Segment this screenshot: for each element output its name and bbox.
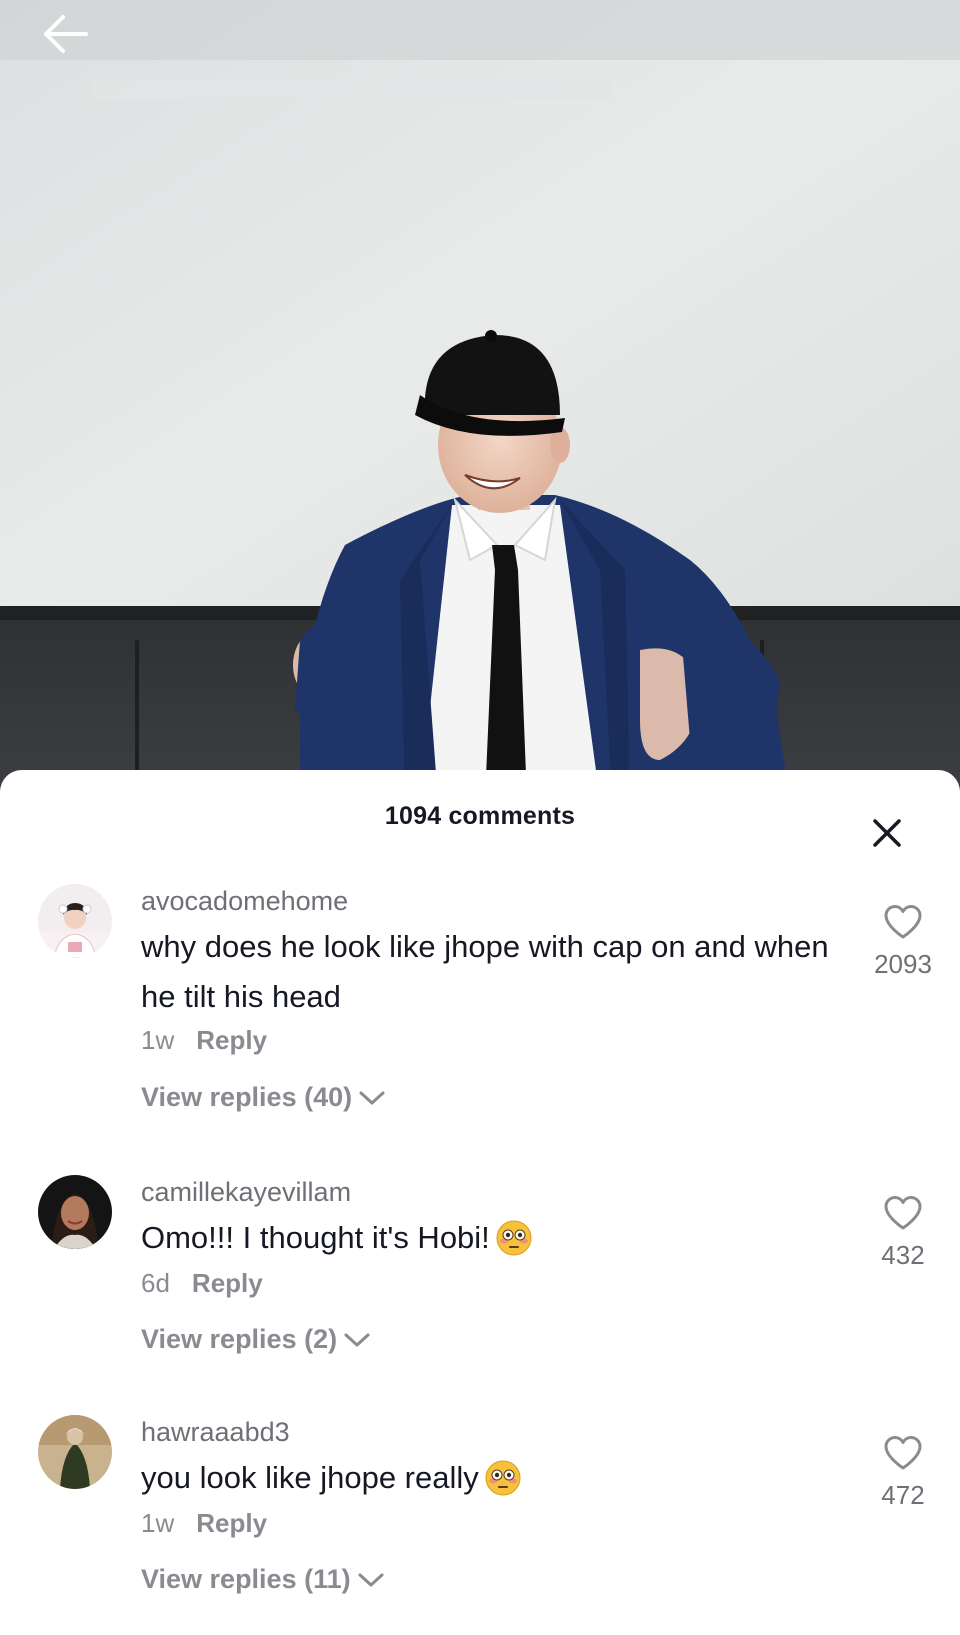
like-button[interactable]: 432: [860, 1195, 946, 1271]
close-button[interactable]: [864, 810, 910, 856]
comments-sheet: 1094 comments avocadomehome why does he …: [0, 770, 960, 1635]
comment-item: hawraaabd3 you look like jhope really 1w…: [0, 1415, 960, 1635]
comment-text-body: you look like jhope really: [141, 1460, 479, 1495]
flushed-face-emoji: [496, 1220, 532, 1256]
view-replies-label: View replies (2): [141, 1324, 338, 1354]
reply-button[interactable]: Reply: [192, 1268, 263, 1299]
like-count: 432: [881, 1240, 925, 1270]
heart-outline-icon: [884, 1436, 922, 1470]
comment-text: Omo!!! I thought it's Hobi!: [141, 1213, 831, 1263]
comment-username[interactable]: avocadomehome: [141, 886, 348, 917]
like-button[interactable]: 472: [860, 1435, 946, 1511]
comment-meta: 1w Reply: [141, 1025, 267, 1056]
chevron-down-icon: [359, 1091, 385, 1104]
like-count: 2093: [874, 949, 932, 979]
avatar[interactable]: [38, 884, 112, 958]
video-player[interactable]: [0, 0, 960, 800]
reply-button[interactable]: Reply: [196, 1508, 267, 1539]
comments-count-title: 1094 comments: [384, 802, 576, 830]
view-replies-button[interactable]: View replies (11): [141, 1564, 385, 1595]
close-icon: [873, 819, 901, 847]
view-replies-label: View replies (40): [141, 1082, 353, 1112]
chevron-down-icon: [344, 1333, 370, 1346]
view-replies-label: View replies (11): [141, 1564, 351, 1594]
comment-meta: 1w Reply: [141, 1508, 267, 1539]
heart-outline-icon: [884, 1196, 922, 1230]
comment-time: 1w: [141, 1508, 175, 1538]
comment-item: avocadomehome why does he look like jhop…: [0, 884, 960, 1144]
comment-username[interactable]: camillekayevillam: [141, 1177, 351, 1208]
comment-text: you look like jhope really: [141, 1453, 831, 1503]
like-button[interactable]: 2093: [860, 904, 946, 980]
comment-time: 1w: [141, 1025, 175, 1055]
comment-text-body: why does he look like jhope with cap on …: [141, 929, 829, 1014]
back-button[interactable]: [42, 14, 106, 78]
comment-time: 6d: [141, 1268, 170, 1298]
avatar[interactable]: [38, 1175, 112, 1249]
arrow-left-icon: [44, 15, 88, 53]
avatar[interactable]: [38, 1415, 112, 1489]
view-replies-button[interactable]: View replies (40): [141, 1082, 386, 1113]
chevron-down-icon: [358, 1573, 384, 1586]
flushed-face-emoji: [485, 1460, 521, 1496]
heart-outline-icon: [884, 905, 922, 939]
reply-button[interactable]: Reply: [196, 1025, 267, 1056]
comment-text-body: Omo!!! I thought it's Hobi!: [141, 1220, 490, 1255]
comment-username[interactable]: hawraaabd3: [141, 1417, 290, 1448]
comment-meta: 6d Reply: [141, 1268, 263, 1299]
comment-item: camillekayevillam Omo!!! I thought it's …: [0, 1175, 960, 1435]
comment-text: why does he look like jhope with cap on …: [141, 922, 831, 1022]
video-frame-image: [0, 0, 960, 800]
like-count: 472: [881, 1480, 925, 1510]
view-replies-button[interactable]: View replies (2): [141, 1324, 371, 1355]
